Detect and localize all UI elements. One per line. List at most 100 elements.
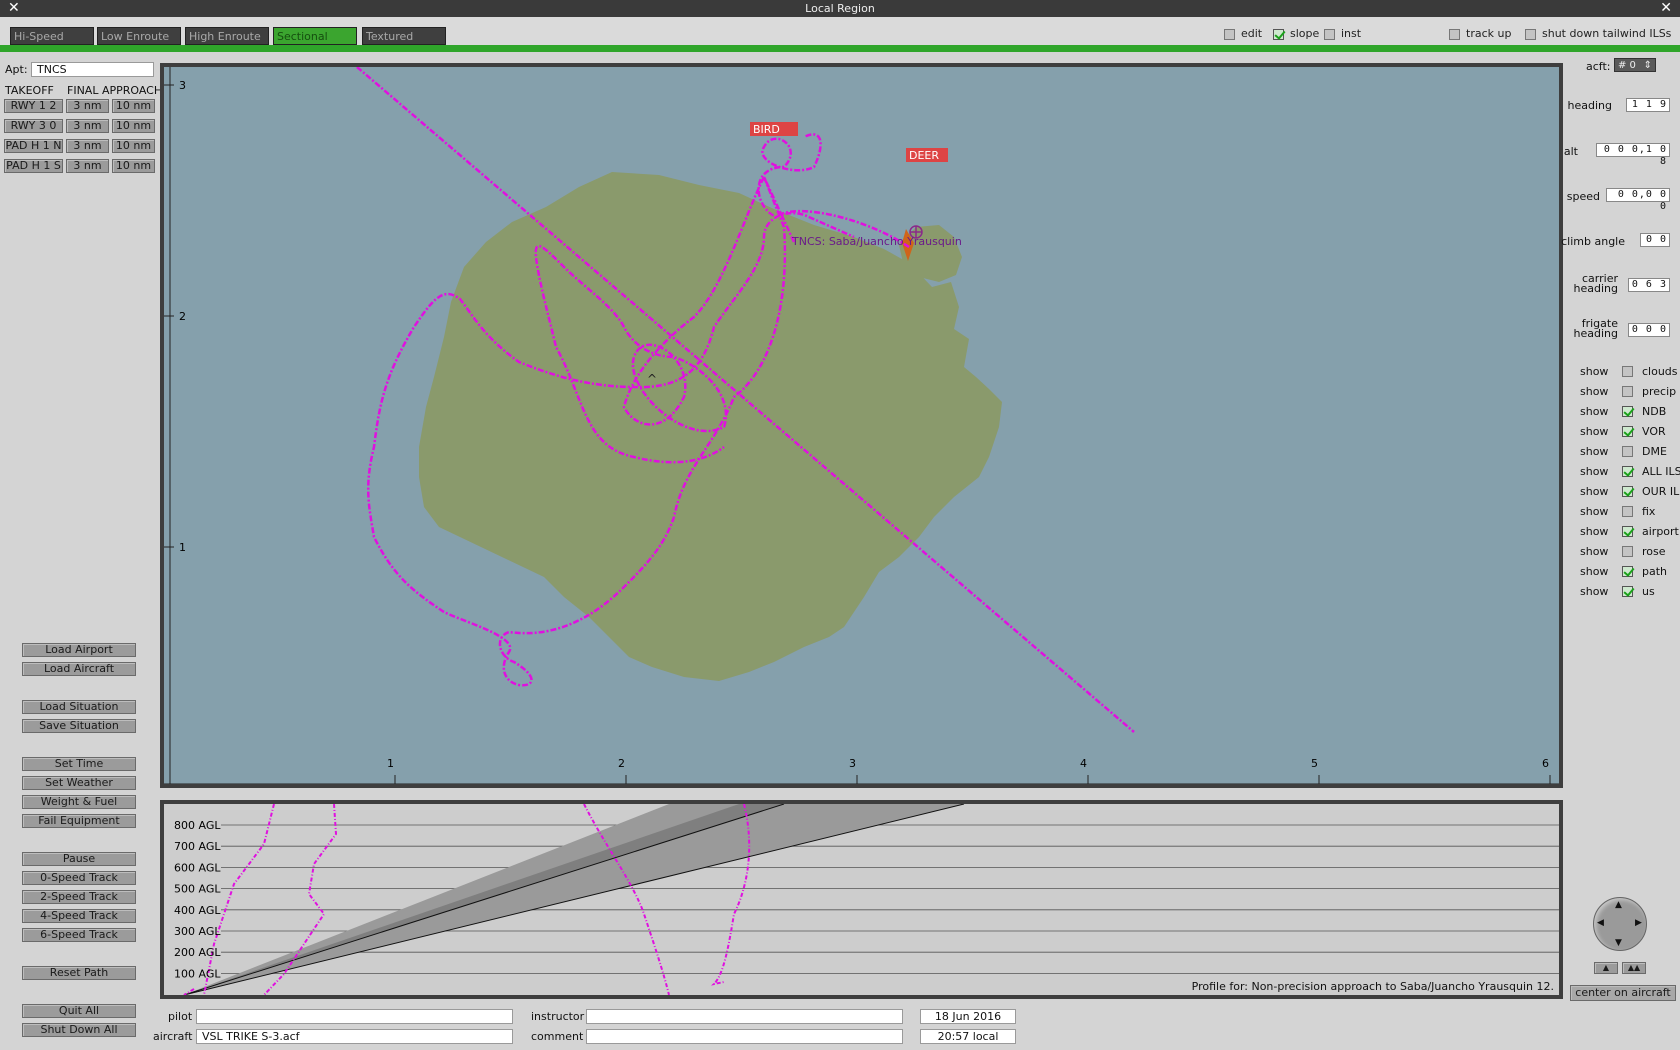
tab-low-enroute[interactable]: Low Enroute <box>97 27 181 45</box>
show-checkbox[interactable] <box>1622 526 1633 537</box>
show-checkbox[interactable] <box>1622 366 1633 377</box>
pan-down-icon[interactable]: ▼ <box>1615 938 1622 948</box>
show-checkbox[interactable] <box>1622 586 1633 597</box>
inst-checkbox[interactable] <box>1324 28 1335 40</box>
runway-12-10nm-button[interactable]: 10 nm <box>112 99 155 113</box>
load-aircraft-button[interactable]: Load Aircraft <box>22 662 136 676</box>
pad-h1s-10nm-button[interactable]: 10 nm <box>112 159 155 173</box>
show-name: NDB <box>1642 405 1667 418</box>
tab-high-enroute[interactable]: High Enroute <box>185 27 269 45</box>
shut-down-all-button[interactable]: Shut Down All <box>22 1023 136 1037</box>
6-speed-track-button[interactable]: 6-Speed Track <box>22 928 136 942</box>
runway-30-takeoff-button[interactable]: RWY 3 0 <box>4 119 63 133</box>
pad-h1n-10nm-button[interactable]: 10 nm <box>112 139 155 153</box>
show-label: show <box>1580 585 1609 598</box>
zoom-in-more-icon[interactable]: ▲▲ <box>1622 962 1646 974</box>
takeoff-header: TAKEOFF <box>5 84 54 97</box>
close-left-icon[interactable]: ✕ <box>8 0 20 17</box>
show-checkbox[interactable] <box>1622 426 1633 437</box>
pan-up-icon[interactable]: ▲ <box>1615 900 1622 910</box>
pan-right-icon[interactable]: ▶ <box>1635 918 1642 928</box>
shut-down-tailwind-label: shut down tailwind ILSs <box>1542 27 1672 40</box>
track-up-option[interactable]: track up <box>1449 27 1511 40</box>
heading-field[interactable]: 1 1 9 <box>1626 98 1670 112</box>
zoom-in-icon[interactable]: ▲ <box>1594 962 1618 974</box>
runway-12-takeoff-button[interactable]: RWY 1 2 <box>4 99 63 113</box>
carrier-heading-field[interactable]: 0 6 3 <box>1628 278 1670 292</box>
close-right-icon[interactable]: ✕ <box>1660 0 1672 17</box>
tab-hi-speed[interactable]: Hi-Speed <box>10 27 94 45</box>
inst-option[interactable]: inst <box>1324 27 1361 40</box>
runway-30-10nm-button[interactable]: 10 nm <box>112 119 155 133</box>
pad-h1n-takeoff-button[interactable]: PAD H 1 N <box>4 139 63 153</box>
profile-y-ticks: 800 AGL 700 AGL 600 AGL 500 AGL 400 AGL 300 A… <box>174 819 221 980</box>
pilot-input[interactable] <box>196 1009 513 1024</box>
show-checkbox[interactable] <box>1622 386 1633 397</box>
slope-label: slope <box>1290 27 1320 40</box>
slope-checkbox[interactable] <box>1273 28 1284 40</box>
x-tick-label: 3 <box>849 757 856 770</box>
0-speed-track-button[interactable]: 0-Speed Track <box>22 871 136 885</box>
show-checkbox[interactable] <box>1622 406 1633 417</box>
reset-path-button[interactable]: Reset Path <box>22 966 136 980</box>
2-speed-track-button[interactable]: 2-Speed Track <box>22 890 136 904</box>
show-checkbox[interactable] <box>1622 466 1633 477</box>
map-canvas[interactable]: BIRD DEER TNCS: Saba/Juancho Yrausquin ^… <box>164 67 1559 784</box>
load-situation-button[interactable]: Load Situation <box>22 700 136 714</box>
shut-down-tailwind-checkbox[interactable] <box>1525 28 1536 40</box>
show-name: ALL ILS <box>1642 465 1680 478</box>
load-airport-button[interactable]: Load Airport <box>22 643 136 657</box>
pad-h1s-3nm-button[interactable]: 3 nm <box>66 159 109 173</box>
tab-textured[interactable]: Textured <box>362 27 446 45</box>
instructor-input[interactable] <box>586 1009 903 1024</box>
show-label: show <box>1580 565 1609 578</box>
quit-all-button[interactable]: Quit All <box>22 1004 136 1018</box>
center-on-aircraft-button[interactable]: center on aircraft <box>1570 985 1676 1001</box>
map-view[interactable]: BIRD DEER TNCS: Saba/Juancho Yrausquin ^… <box>160 63 1563 788</box>
show-checkbox[interactable] <box>1622 506 1633 517</box>
show-checkbox[interactable] <box>1622 546 1633 557</box>
show-name: precip <box>1642 385 1677 398</box>
edit-option[interactable]: edit <box>1224 27 1262 40</box>
pan-joystick[interactable]: ▲ ▼ ◀ ▶ <box>1593 897 1647 951</box>
slope-option[interactable]: slope <box>1273 27 1319 40</box>
show-label: show <box>1580 485 1609 498</box>
date-field[interactable]: 18 Jun 2016 <box>920 1009 1016 1024</box>
show-name: clouds <box>1642 365 1678 378</box>
frigate-heading-field[interactable]: 0 0 0 <box>1628 323 1670 337</box>
comment-input[interactable] <box>586 1029 903 1044</box>
tab-sectional[interactable]: Sectional <box>273 27 357 45</box>
edit-checkbox[interactable] <box>1224 28 1235 40</box>
aircraft-position-icon[interactable]: ^ <box>647 372 657 386</box>
weight-fuel-button[interactable]: Weight & Fuel <box>22 795 136 809</box>
save-situation-button[interactable]: Save Situation <box>22 719 136 733</box>
runway-12-3nm-button[interactable]: 3 nm <box>66 99 109 113</box>
airport-input[interactable]: TNCS <box>31 62 154 77</box>
show-checkbox[interactable] <box>1622 486 1633 497</box>
pad-h1s-takeoff-button[interactable]: PAD H 1 S <box>4 159 63 173</box>
fail-equipment-button[interactable]: Fail Equipment <box>22 814 136 828</box>
profile-y-tick-label: 400 AGL <box>174 904 221 917</box>
map-type-tabs: Hi-Speed Low Enroute High Enroute Sectio… <box>0 17 1680 47</box>
show-checkbox[interactable] <box>1622 566 1633 577</box>
profile-y-tick-label: 600 AGL <box>174 861 221 874</box>
4-speed-track-button[interactable]: 4-Speed Track <box>22 909 136 923</box>
pause-button[interactable]: Pause <box>22 852 136 866</box>
climb-angle-field[interactable]: 0 0 <box>1640 233 1670 247</box>
set-time-button[interactable]: Set Time <box>22 757 136 771</box>
track-up-checkbox[interactable] <box>1449 28 1460 40</box>
comment-label: comment <box>531 1030 584 1043</box>
show-checkbox[interactable] <box>1622 446 1633 457</box>
shut-down-tailwind-option[interactable]: shut down tailwind ILSs <box>1525 27 1671 40</box>
speed-field[interactable]: 0 0,0 0 0 <box>1606 188 1670 212</box>
pan-left-icon[interactable]: ◀ <box>1597 918 1604 928</box>
show-name: us <box>1642 585 1655 598</box>
acft-selector[interactable]: # 0 ⇕ <box>1614 58 1656 72</box>
aircraft-input[interactable]: VSL TRIKE S-3.acf <box>196 1029 513 1044</box>
approach-profile-panel: 800 AGL 700 AGL 600 AGL 500 AGL 400 AGL 300 A… <box>160 800 1563 999</box>
pad-h1n-3nm-button[interactable]: 3 nm <box>66 139 109 153</box>
alt-field[interactable]: 0 0 0,1 0 8 <box>1596 143 1670 167</box>
time-field[interactable]: 20:57 local <box>920 1029 1016 1044</box>
runway-30-3nm-button[interactable]: 3 nm <box>66 119 109 133</box>
set-weather-button[interactable]: Set Weather <box>22 776 136 790</box>
